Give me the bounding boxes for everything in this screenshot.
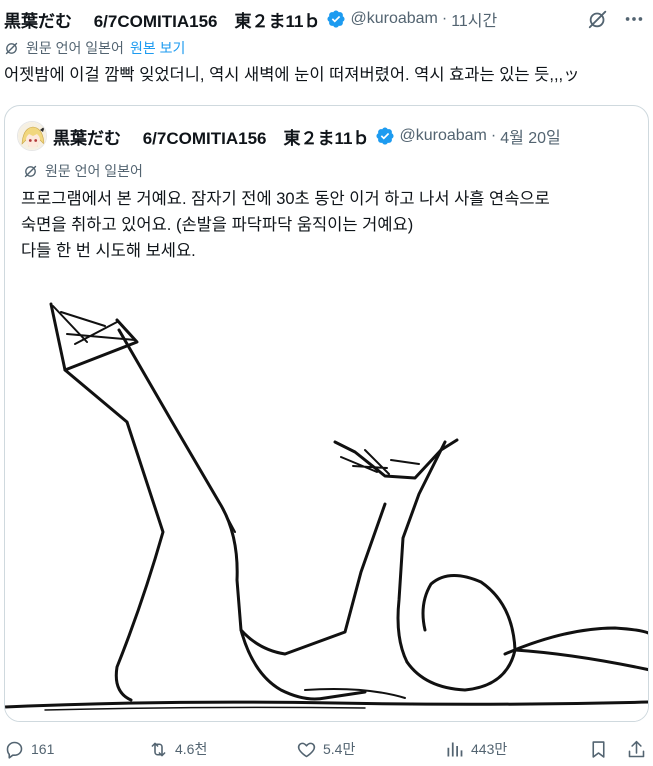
author-name[interactable]: 黒葉だむ 6/7COMITIA156 東２ま11ｂ [4,7,320,32]
repost-button[interactable]: 4.6천 [148,735,207,763]
translate-icon [4,41,19,56]
tweet-header: 黒葉だむ 6/7COMITIA156 東２ま11ｂ @kuroabam · 11… [4,6,645,32]
quote-header: 黒葉だむ 6/7COMITIA156 東２ま11ｂ @kuroabam · 4월… [17,121,640,151]
verified-badge-icon [376,127,395,145]
quote-author-handle[interactable]: @kuroabam [399,127,486,145]
like-icon [297,742,316,757]
views-button[interactable]: 443만 [444,735,507,763]
quote-text-line: 프로그램에서 본 거예요. 잠자기 전에 30초 동안 이거 하고 나서 사흘 … [21,190,550,208]
separator: · [441,10,448,27]
quote-translation-label: 원문 언어 일본어 [45,163,143,179]
grok-icon[interactable] [587,8,609,30]
action-bar: 161 4.6천 5.4만 443만 [0,735,653,763]
reply-button[interactable]: 161 [4,735,54,763]
verified-badge-icon [327,10,346,28]
quote-author-name[interactable]: 黒葉だむ 6/7COMITIA156 東２ま11ｂ [53,124,369,149]
translation-notice: 원문 언어 일본어 원본 보기 [4,39,185,57]
separator: · [490,127,497,144]
reply-icon [6,741,23,759]
quote-text-line: 다들 한 번 시도해 보세요. [21,242,196,260]
bookmark-button[interactable] [588,735,609,763]
views-count: 443만 [471,741,508,757]
quote-text-line: 숙면을 취하고 있어요. (손발을 파닥파닥 움직이는 거예요) [21,216,414,234]
quote-text: 프로그램에서 본 거예요. 잠자기 전에 30초 동안 이거 하고 나서 사흘 … [21,186,641,264]
repost-count: 4.6천 [175,741,208,757]
more-icon[interactable] [623,8,645,30]
author-handle[interactable]: @kuroabam [350,10,437,28]
share-icon [628,740,645,757]
share-button[interactable] [626,735,647,763]
like-button[interactable]: 5.4만 [296,735,355,763]
show-original-link[interactable]: 원본 보기 [130,38,185,58]
reply-count: 161 [31,741,55,757]
translation-label: 원문 언어 일본어 [26,40,124,56]
views-icon [447,742,463,756]
avatar[interactable] [17,121,47,151]
bookmark-icon [592,740,605,758]
quote-tweet-card[interactable]: 黒葉だむ 6/7COMITIA156 東２ま11ｂ @kuroabam · 4월… [4,105,649,722]
repost-icon [151,742,166,756]
quote-media-image[interactable] [5,282,648,721]
translate-icon [23,164,38,179]
quote-translation-notice: 원문 언어 일본어 [23,162,143,180]
tweet-text: 어젯밤에 이걸 깜빡 잊었더니, 역시 새벽에 눈이 떠져버렸어. 역시 효과는… [4,66,580,84]
timestamp[interactable]: 11시간 [451,7,497,31]
quote-timestamp[interactable]: 4월 20일 [500,124,561,148]
like-count: 5.4만 [323,741,356,757]
